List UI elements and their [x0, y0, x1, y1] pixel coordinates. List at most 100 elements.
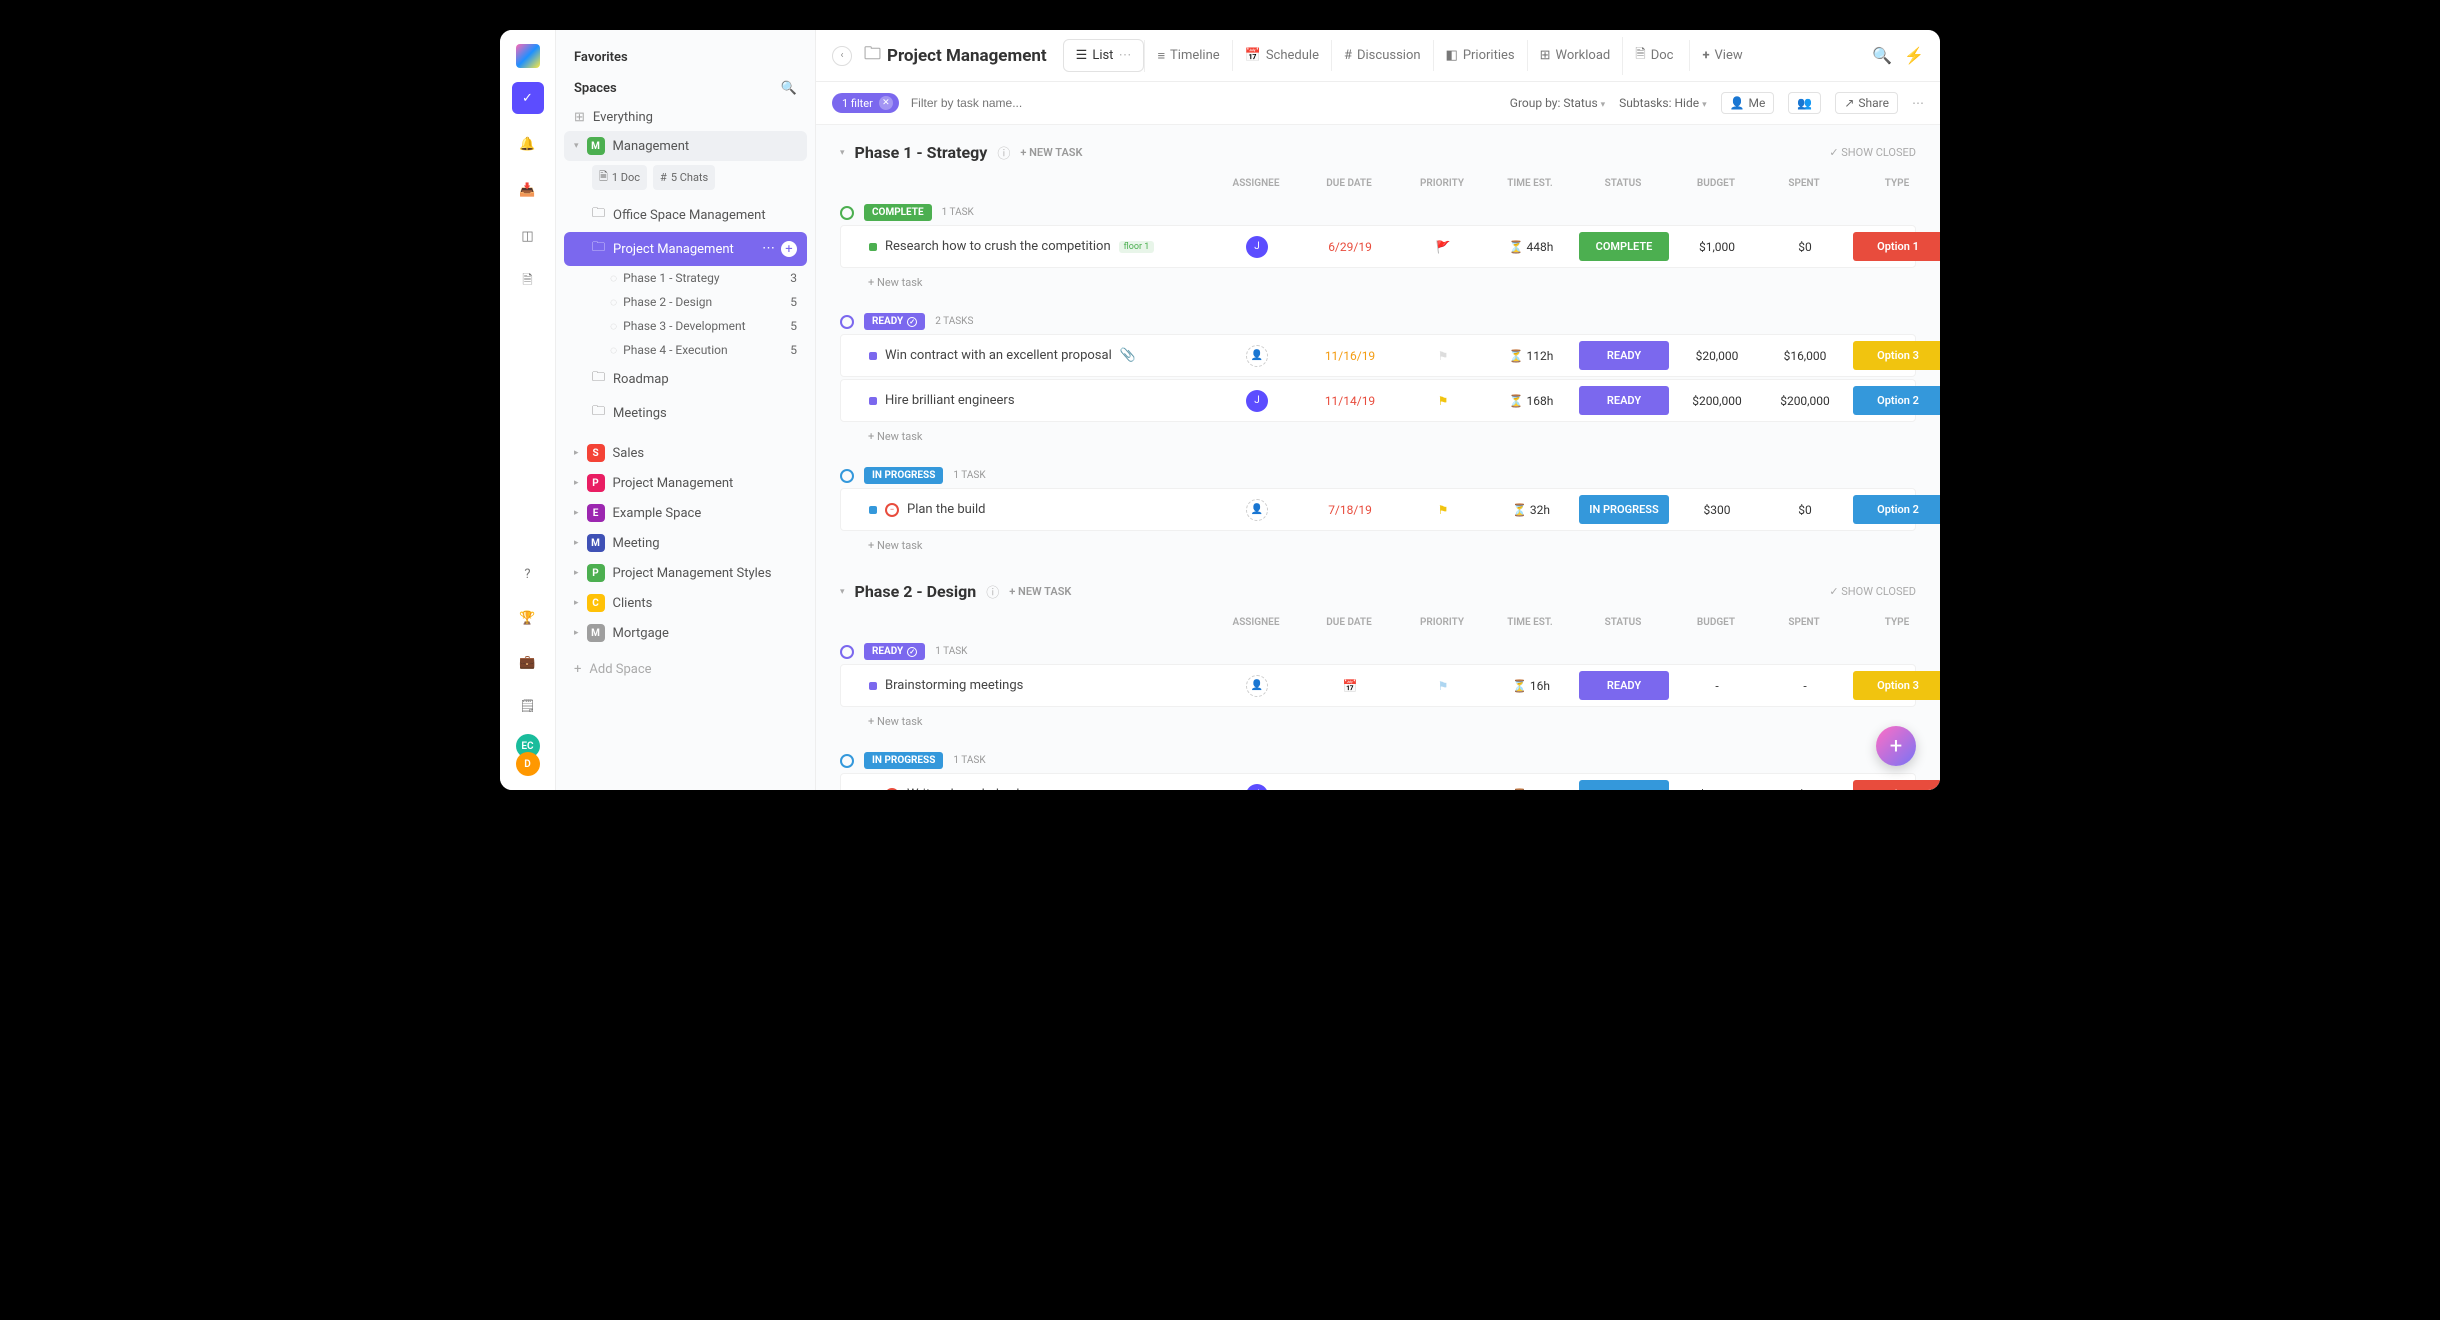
task-row[interactable]: Brainstorming meetings 👤 📅 ⚑ ⏳ 16h READY…	[840, 664, 1916, 707]
dashboards-icon[interactable]: ◫	[512, 220, 544, 252]
favorites-heading[interactable]: Favorites	[564, 42, 807, 73]
status-badge[interactable]: READY ✓	[864, 313, 925, 330]
more-icon[interactable]: ⋯	[1912, 96, 1924, 110]
status-pill[interactable]: IN PROGRESS	[1579, 780, 1669, 790]
task-row[interactable]: Win contract with an excellent proposal …	[840, 334, 1916, 377]
spent[interactable]: $0	[1765, 503, 1845, 517]
due-date[interactable]: 7/18/19	[1305, 503, 1395, 517]
status-circle-icon[interactable]	[840, 645, 854, 659]
priority-flag[interactable]: ⚑	[1403, 503, 1483, 517]
folder-item[interactable]: 🗀Project Management⋯+	[564, 232, 807, 266]
time-est[interactable]: ⏳ 168h	[1491, 394, 1571, 408]
show-closed-button[interactable]: ✓ SHOW CLOSED	[1829, 146, 1916, 159]
status-circle-icon[interactable]	[840, 206, 854, 220]
type-pill[interactable]: Option 2	[1853, 495, 1940, 524]
assignee-avatar[interactable]: J	[1246, 784, 1268, 791]
due-date[interactable]: 11/14/19	[1305, 394, 1395, 408]
time-est[interactable]: ⏳ 448h	[1491, 240, 1571, 254]
chevron-down-icon[interactable]: ▾	[840, 587, 845, 597]
time-est[interactable]: ⏳ 16h	[1491, 679, 1571, 693]
add-task-row[interactable]: + New task	[840, 270, 1916, 295]
time-est[interactable]: ⏳ 32h	[1491, 503, 1571, 517]
subtasks-toggle[interactable]: Subtasks: Hide ▾	[1619, 96, 1706, 110]
add-icon[interactable]: +	[781, 241, 797, 257]
add-space[interactable]: + Add Space	[564, 656, 807, 683]
space-item[interactable]: ▸MMortgage	[564, 618, 807, 648]
assignee-empty[interactable]: 👤	[1246, 675, 1268, 697]
logo-icon[interactable]	[516, 44, 540, 68]
search-icon[interactable]: 🔍	[781, 81, 797, 96]
priority-flag[interactable]: ⚑	[1403, 394, 1483, 408]
type-pill[interactable]: Option 1	[1853, 780, 1940, 790]
work-icon[interactable]: 💼	[512, 646, 544, 678]
status-badge[interactable]: IN PROGRESS	[864, 467, 943, 484]
home-icon[interactable]: ✓	[512, 82, 544, 114]
folder-item[interactable]: 🗀Office Space Management	[564, 198, 807, 232]
info-icon[interactable]: ⓘ	[986, 582, 999, 601]
due-date[interactable]: 11/16/19	[1305, 349, 1395, 363]
me-button[interactable]: 👤 Me	[1721, 92, 1775, 114]
status-circle-icon[interactable]	[840, 315, 854, 329]
show-closed-button[interactable]: ✓ SHOW CLOSED	[1829, 585, 1916, 598]
add-task-row[interactable]: + New task	[840, 533, 1916, 558]
notepad-icon[interactable]: 🗒	[512, 690, 544, 722]
type-pill[interactable]: Option 3	[1853, 341, 1940, 370]
budget[interactable]: $20,000	[1677, 349, 1757, 363]
spent[interactable]: $16,000	[1765, 349, 1845, 363]
view-tab-list[interactable]: ☰List ⋯	[1063, 39, 1145, 72]
add-view-button[interactable]: + View	[1689, 40, 1754, 71]
assignee-empty[interactable]: 👤	[1246, 345, 1268, 367]
phase-item[interactable]: ◌Phase 4 - Execution5	[564, 338, 807, 362]
time-est[interactable]: ⏳ 112h	[1491, 349, 1571, 363]
priority-flag[interactable]: ⚑	[1403, 349, 1483, 363]
status-pill[interactable]: READY	[1579, 341, 1669, 370]
status-badge[interactable]: IN PROGRESS	[864, 752, 943, 769]
priority-flag[interactable]: ⚑	[1403, 788, 1483, 791]
task-row[interactable]: − Write a knowledge base J 8/18/19 ⚑ ⏳ 4…	[840, 773, 1916, 790]
status-circle-icon[interactable]	[840, 754, 854, 768]
chevron-down-icon[interactable]: ▾	[840, 148, 845, 158]
type-pill[interactable]: Option 2	[1853, 386, 1940, 415]
chats-chip[interactable]: # 5 Chats	[653, 165, 715, 190]
share-button[interactable]: ↗ Share	[1835, 92, 1898, 114]
spaces-heading[interactable]: Spaces🔍	[564, 73, 807, 104]
doc-chip[interactable]: 🗎 1 Doc	[592, 165, 647, 190]
trophy-icon[interactable]: 🏆	[512, 602, 544, 634]
space-item[interactable]: ▸CClients	[564, 588, 807, 618]
group-by[interactable]: Group by: Status ▾	[1510, 96, 1605, 110]
filter-pill[interactable]: 1 filter✕	[832, 93, 899, 113]
spent[interactable]: $0	[1765, 240, 1845, 254]
status-pill[interactable]: READY	[1579, 386, 1669, 415]
due-date[interactable]: 📅	[1305, 679, 1395, 693]
close-icon[interactable]: ✕	[879, 96, 893, 110]
folder-item[interactable]: 🗀Roadmap	[564, 362, 807, 396]
priority-flag[interactable]: 🚩	[1403, 240, 1483, 254]
due-date[interactable]: 6/29/19	[1305, 240, 1395, 254]
view-tab-priorities[interactable]: ◧Priorities	[1433, 40, 1527, 71]
budget[interactable]: -	[1677, 679, 1757, 693]
status-pill[interactable]: READY	[1579, 671, 1669, 700]
budget[interactable]: $1,000	[1677, 788, 1757, 791]
due-date[interactable]: 8/18/19	[1305, 788, 1395, 791]
space-item[interactable]: ▸PProject Management	[564, 468, 807, 498]
spent[interactable]: -	[1765, 679, 1845, 693]
avatar-stack[interactable]: EC D	[516, 734, 540, 776]
phase-item[interactable]: ◌Phase 3 - Development5	[564, 314, 807, 338]
info-icon[interactable]: ⓘ	[997, 143, 1010, 162]
spent[interactable]: $0	[1765, 788, 1845, 791]
status-badge[interactable]: READY ✓	[864, 643, 925, 660]
budget[interactable]: $1,000	[1677, 240, 1757, 254]
space-item[interactable]: ▸PProject Management Styles	[564, 558, 807, 588]
folder-item[interactable]: 🗀Meetings	[564, 396, 807, 430]
task-row[interactable]: Research how to crush the competition fl…	[840, 225, 1916, 268]
spent[interactable]: $200,000	[1765, 394, 1845, 408]
type-pill[interactable]: Option 3	[1853, 671, 1940, 700]
space-item[interactable]: ▸MMeeting	[564, 528, 807, 558]
automation-icon[interactable]: ⚡	[1904, 46, 1924, 65]
assignee-empty[interactable]: 👤	[1246, 499, 1268, 521]
phase-item[interactable]: ◌Phase 1 - Strategy3	[564, 266, 807, 290]
fab-create-button[interactable]: +	[1876, 726, 1916, 766]
search-icon[interactable]: 🔍	[1872, 46, 1892, 65]
view-tab-workload[interactable]: ⊞Workload	[1527, 40, 1623, 71]
time-est[interactable]: ⏳ 40h	[1491, 788, 1571, 791]
